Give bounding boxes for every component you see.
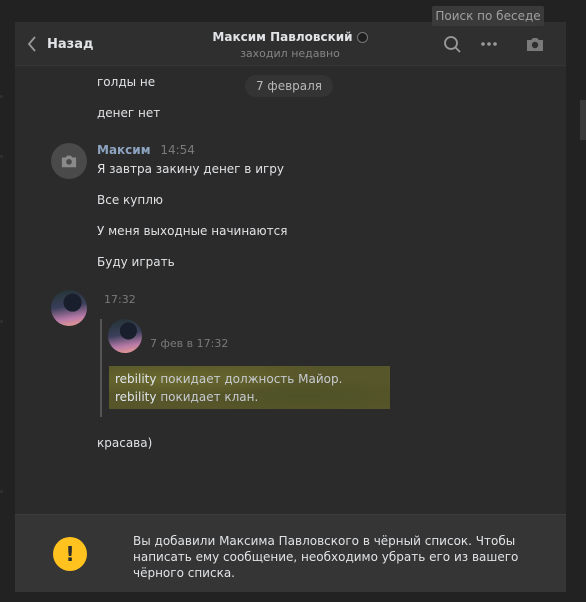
forward-avatar[interactable] bbox=[108, 319, 142, 353]
game-line-text: покидает клан. bbox=[160, 390, 259, 404]
camera-icon[interactable] bbox=[525, 35, 545, 53]
online-status: заходил недавно bbox=[240, 47, 340, 60]
back-label: Назад bbox=[47, 36, 94, 52]
message-time: 17:32 bbox=[104, 293, 136, 306]
message-time: 14:54 bbox=[160, 143, 195, 157]
chat-title-text: Максим Павловский bbox=[212, 30, 353, 44]
chat-title: Максим Павловский bbox=[212, 30, 368, 44]
avatar[interactable] bbox=[51, 143, 87, 179]
author-name[interactable]: Максим bbox=[97, 143, 151, 157]
game-line-text: покидает должность Майор. bbox=[160, 372, 343, 386]
chevron-left-icon bbox=[27, 36, 36, 52]
chat-panel: Назад Максим Павловский заходил недавно … bbox=[15, 22, 566, 592]
back-button[interactable]: Назад bbox=[27, 22, 93, 66]
message-text: Я завтра закину денег в игру bbox=[97, 162, 285, 176]
game-line: rebility покидает клан. bbox=[115, 388, 384, 406]
more-icon[interactable] bbox=[479, 35, 499, 53]
message-text: Буду играть bbox=[97, 255, 175, 269]
message-text: У меня выходные начинаются bbox=[97, 224, 288, 238]
warning-icon: ! bbox=[53, 537, 87, 571]
blacklist-notice: ! Вы добавили Максима Павловского в чёрн… bbox=[15, 514, 566, 592]
date-separator: 7 февраля bbox=[245, 75, 333, 97]
forward-bar bbox=[100, 319, 102, 417]
game-player-name: rebility bbox=[115, 372, 157, 386]
search-icon[interactable] bbox=[443, 35, 463, 53]
message-author: Максим 14:54 bbox=[97, 143, 195, 157]
message-text: Все куплю bbox=[97, 193, 163, 207]
game-screenshot[interactable]: rebility покидает должность Майор. rebil… bbox=[109, 366, 390, 409]
avatar[interactable] bbox=[51, 290, 87, 326]
search-tooltip: Поиск по беседе bbox=[432, 6, 544, 26]
camera-icon bbox=[61, 155, 77, 168]
message-text: денег нет bbox=[97, 106, 161, 120]
status-emoji-icon bbox=[356, 31, 368, 43]
message-text: голды не bbox=[97, 75, 156, 89]
edge-mark bbox=[0, 320, 3, 323]
game-line: rebility покидает должность Майор. bbox=[115, 370, 384, 388]
edge-mark bbox=[0, 155, 3, 158]
edge-mark bbox=[0, 490, 3, 493]
chat-title-block[interactable]: Максим Павловский заходил недавно bbox=[185, 30, 395, 60]
game-player-name: rebility bbox=[115, 390, 157, 404]
notice-text: Вы добавили Максима Павловского в чёрный… bbox=[133, 534, 519, 580]
scrollbar[interactable] bbox=[580, 100, 586, 140]
edge-mark bbox=[0, 95, 3, 98]
chat-header: Назад Максим Павловский заходил недавно bbox=[15, 22, 566, 66]
message-text: красава) bbox=[97, 436, 153, 450]
forward-time: 7 фев в 17:32 bbox=[150, 337, 229, 350]
